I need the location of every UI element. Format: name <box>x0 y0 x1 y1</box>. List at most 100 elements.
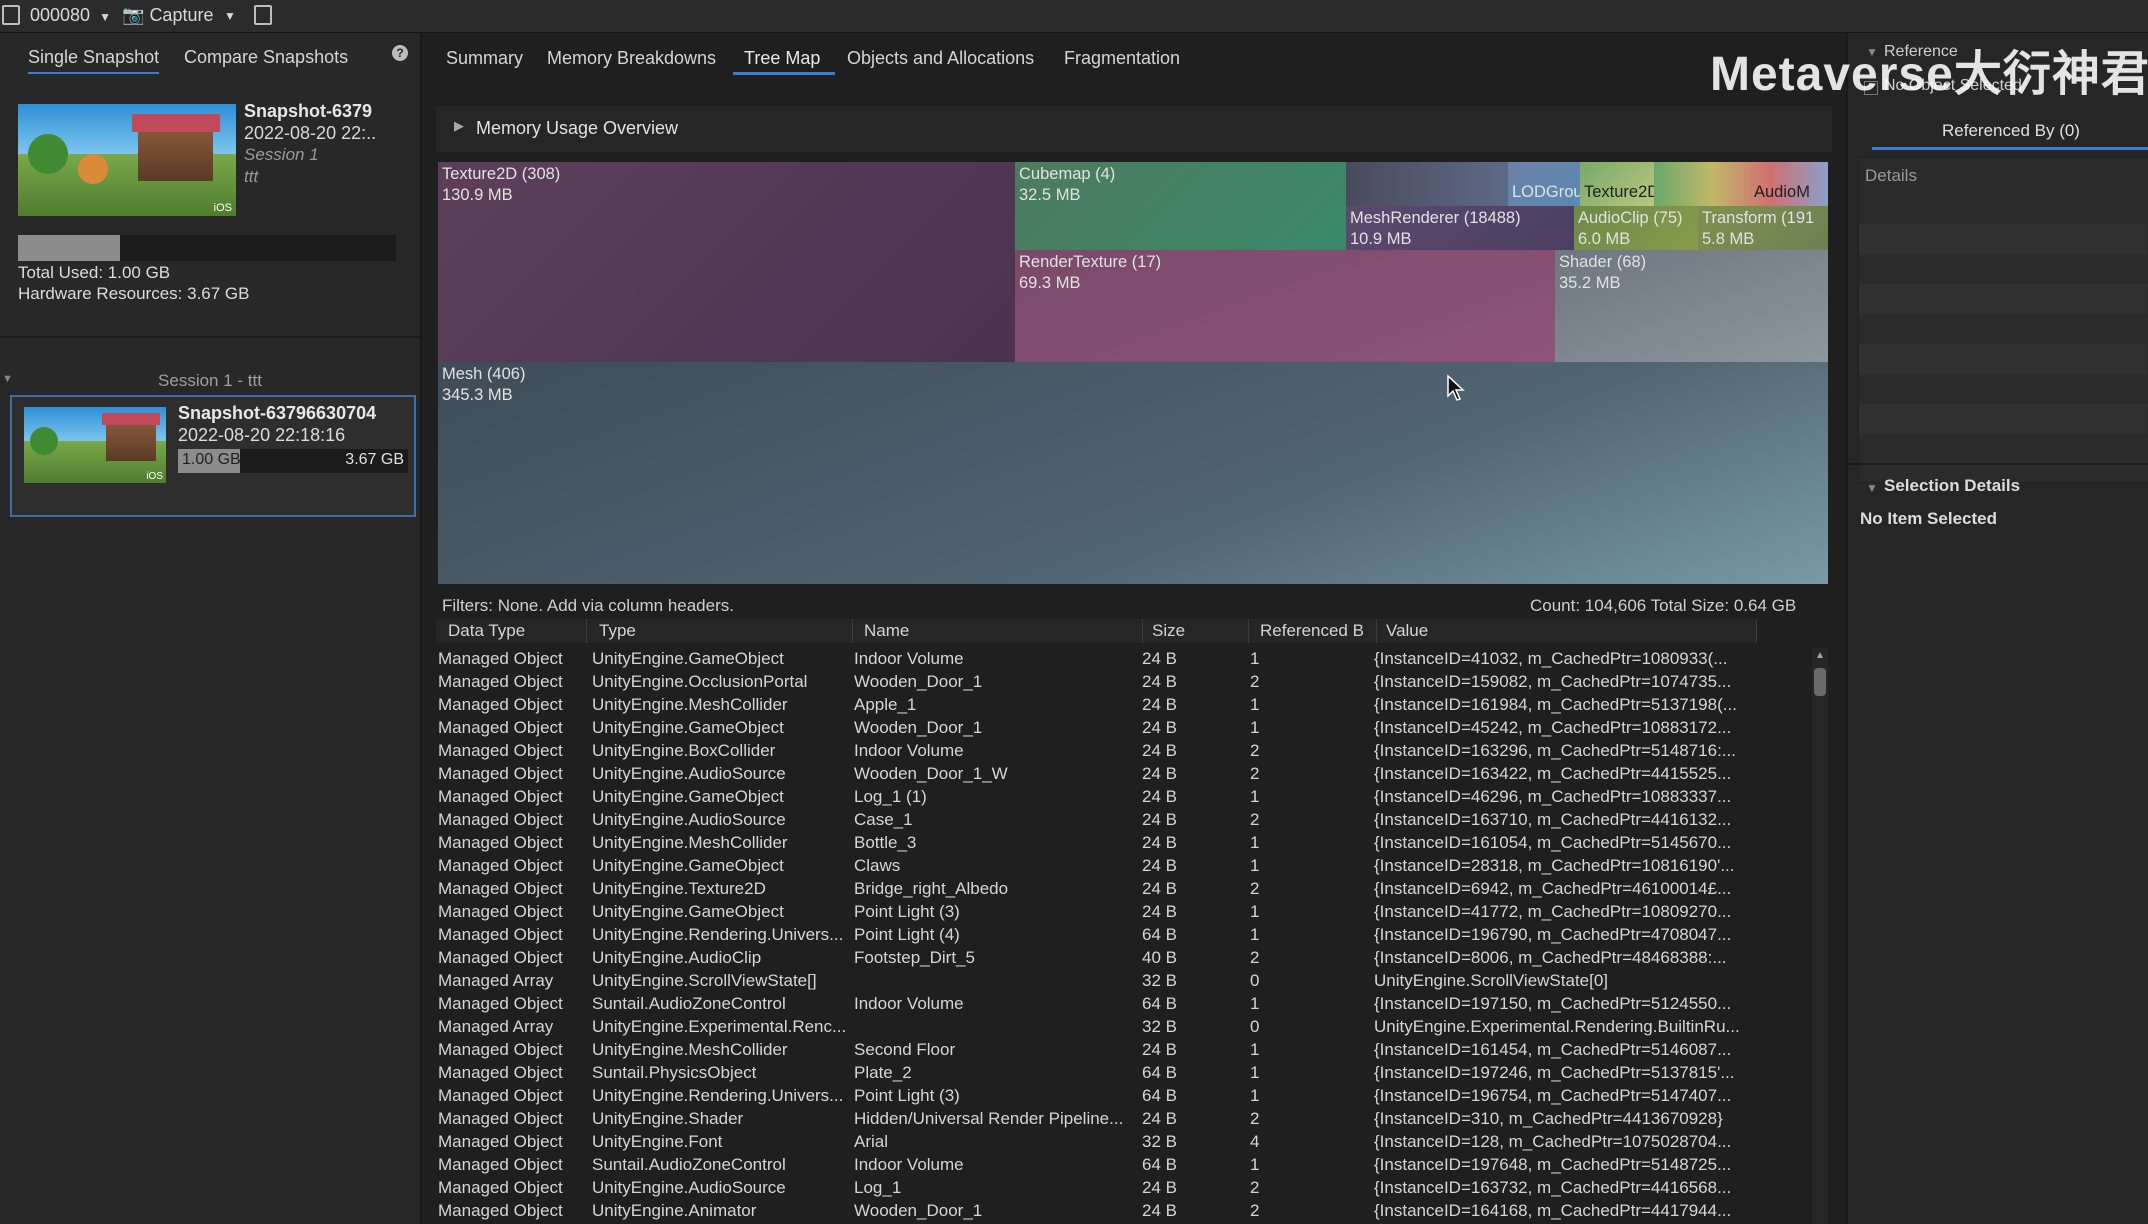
column-header-data-type[interactable]: Data Type <box>448 621 525 641</box>
tab-single-snapshot[interactable]: Single Snapshot <box>28 47 160 74</box>
treemap[interactable]: Texture2D (308) 130.9 MB Cubemap (4) 32.5 … <box>438 162 1828 584</box>
column-header-type[interactable]: Type <box>599 621 636 641</box>
table-row[interactable]: Managed Object UnityEngine.MeshCollider Se… <box>436 1038 1756 1061</box>
table-row[interactable]: Managed Object Suntail.AudioZoneControl In… <box>436 1153 1756 1176</box>
memory-usage-bar: 1.00 GB 3.67 GB <box>178 449 408 473</box>
treemap-cell-meshrenderer[interactable]: MeshRenderer (18488) 10.9 MB <box>1346 206 1574 250</box>
table-cell: UnityEngine.Rendering.Univers... <box>592 925 844 944</box>
table-row[interactable]: Managed Object Suntail.AudioZoneControl In… <box>436 992 1756 1015</box>
table-row[interactable]: Managed Object UnityEngine.Font Arial 32 B 4… <box>436 1130 1756 1153</box>
table-row[interactable]: Managed Object UnityEngine.MeshCollider Bo… <box>436 831 1756 854</box>
table-row[interactable]: Managed Object UnityEngine.GameObject Wood… <box>436 716 1756 739</box>
table-row[interactable]: Managed Object UnityEngine.Rendering.Univ… <box>436 1084 1756 1107</box>
treemap-cell-rendertexture[interactable]: RenderTexture (17) 69.3 MB <box>1015 250 1555 362</box>
tab-objects-and-allocations[interactable]: Objects and Allocations <box>847 48 1034 69</box>
player-target-dropdown[interactable]: 000080 ▼ <box>30 5 111 26</box>
table-cell: Managed Object <box>438 1132 563 1151</box>
import-icon[interactable] <box>254 5 272 25</box>
table-row[interactable]: Managed Object UnityEngine.GameObject Poin… <box>436 900 1756 923</box>
table-cell: 1 <box>1250 649 1260 668</box>
treemap-cell-mesh[interactable]: Mesh (406) 345.3 MB <box>438 362 1828 584</box>
treemap-cell-cubemap[interactable]: Cubemap (4) 32.5 MB <box>1015 162 1346 250</box>
memory-usage-overview-header[interactable]: ▶ Memory Usage Overview <box>436 106 1832 152</box>
table-cell: {InstanceID=41772, m_CachedPtr=10809270.… <box>1374 902 1732 921</box>
column-header-value[interactable]: Value <box>1386 621 1428 641</box>
table-row[interactable]: Managed Object UnityEngine.Rendering.Univ… <box>436 923 1756 946</box>
table-cell: Managed Object <box>438 741 563 760</box>
table-row[interactable]: Managed Object UnityEngine.AudioSource Woo… <box>436 762 1756 785</box>
tab-compare-snapshots[interactable]: Compare Snapshots <box>184 47 348 68</box>
treemap-cell-misc[interactable] <box>1346 162 1508 206</box>
table-cell: Case_1 <box>854 810 913 829</box>
scrollbar-thumb[interactable] <box>1814 668 1826 696</box>
capture-button[interactable]: 📷 Capture <box>122 5 213 26</box>
panel-toggle-icon[interactable] <box>2 5 20 25</box>
capture-options-chevron-icon[interactable]: ▼ <box>224 9 236 23</box>
treemap-cell-shader[interactable]: Shader (68) 35.2 MB <box>1555 250 1828 362</box>
column-header-size[interactable]: Size <box>1152 621 1185 641</box>
selection-details-collapse-icon[interactable]: ▼ <box>1866 481 1878 495</box>
details-label: Details <box>1865 166 1917 185</box>
memory-usage-bar-fill <box>18 235 121 261</box>
table-row[interactable]: Managed Object UnityEngine.MeshCollider Ap… <box>436 693 1756 716</box>
table-cell: Managed Array <box>438 1017 554 1036</box>
table-cell: Managed Object <box>438 833 563 852</box>
table-cell: 64 B <box>1142 925 1177 944</box>
treemap-cell-audiomixer[interactable]: AudioM <box>1654 162 1828 206</box>
table-cell: Managed Object <box>438 718 563 737</box>
tab-summary[interactable]: Summary <box>446 48 523 69</box>
treemap-cell-audioclip[interactable]: AudioClip (75) 6.0 MB <box>1574 206 1698 250</box>
table-cell: 2 <box>1250 879 1260 898</box>
table-row[interactable]: Managed Object UnityEngine.GameObject Indo… <box>436 647 1756 670</box>
treemap-cell-texture2darray[interactable]: Texture2DArra <box>1580 162 1654 206</box>
snapshot-panel: Single Snapshot Compare Snapshots ? iOS … <box>0 33 422 1224</box>
table-cell: {InstanceID=163732, m_CachedPtr=4416568.… <box>1374 1178 1732 1197</box>
table-cell: 24 B <box>1142 1178 1177 1197</box>
scroll-up-icon[interactable]: ▲ <box>1815 650 1825 661</box>
active-tab-indicator <box>733 72 835 75</box>
treemap-cell-transform[interactable]: Transform (191 5.8 MB <box>1698 206 1828 250</box>
table-row[interactable]: Managed Object UnityEngine.OcclusionPorta… <box>436 670 1756 693</box>
table-row[interactable]: Managed Object UnityEngine.Texture2D Bridg… <box>436 877 1756 900</box>
table-cell: UnityEngine.GameObject <box>592 787 784 806</box>
tab-fragmentation[interactable]: Fragmentation <box>1064 48 1180 69</box>
table-cell: Wooden_Door_1 <box>854 1201 983 1220</box>
table-cell: Plate_2 <box>854 1063 912 1082</box>
table-row[interactable]: Managed Object UnityEngine.GameObject Log_… <box>436 785 1756 808</box>
snapshot-thumbnail[interactable]: iOS <box>18 104 236 216</box>
table-cell: UnityEngine.GameObject <box>592 649 784 668</box>
table-cell: 32 B <box>1142 1132 1177 1151</box>
table-cell: Managed Object <box>438 649 563 668</box>
player-target-value: 000080 <box>30 5 91 25</box>
column-header-name[interactable]: Name <box>864 621 909 641</box>
table-row[interactable]: Managed Object UnityEngine.Animator Wooden… <box>436 1199 1756 1222</box>
table-row[interactable]: Managed Object UnityEngine.AudioSource Log… <box>436 1176 1756 1199</box>
references-list[interactable]: Details <box>1858 157 2148 483</box>
table-row[interactable]: Managed Object UnityEngine.AudioClip Foots… <box>436 946 1756 969</box>
table-row[interactable]: Managed Object Suntail.PhysicsObject Plate… <box>436 1061 1756 1084</box>
table-row[interactable]: Managed Object UnityEngine.BoxCollider Ind… <box>436 739 1756 762</box>
table-row[interactable]: Managed Array UnityEngine.Experimental.Re… <box>436 1015 1756 1038</box>
treemap-cell-lodgroup[interactable]: LODGroup (1526 <box>1508 162 1580 206</box>
table-cell: Point Light (3) <box>854 1086 960 1105</box>
tab-memory-breakdowns[interactable]: Memory Breakdowns <box>547 48 716 69</box>
table-row[interactable]: Managed Object UnityEngine.Shader Hidden/U… <box>436 1107 1756 1130</box>
table-row[interactable]: Managed Object UnityEngine.GameObject Claw… <box>436 854 1756 877</box>
tab-referenced-by[interactable]: Referenced By (0) <box>1872 115 2148 150</box>
table-cell: {InstanceID=163422, m_CachedPtr=4415525.… <box>1374 764 1732 783</box>
table-cell: 0 <box>1250 971 1260 990</box>
table-cell: {InstanceID=128, m_CachedPtr=1075028704.… <box>1374 1132 1732 1151</box>
table-row[interactable]: Managed Object UnityEngine.AudioSource Cas… <box>436 808 1756 831</box>
table-cell: UnityEngine.Rendering.Univers... <box>592 1086 844 1105</box>
snapshot-list-item[interactable]: iOS Snapshot-63796630704 2022-08-20 22:1… <box>10 395 416 517</box>
treemap-cell-texture2d[interactable]: Texture2D (308) 130.9 MB <box>438 162 1015 362</box>
tab-tree-map[interactable]: Tree Map <box>744 48 820 69</box>
memory-usage-overview-label: Memory Usage Overview <box>476 118 679 138</box>
column-header-referenced-by[interactable]: Referenced B <box>1260 621 1364 641</box>
table-row[interactable]: Managed Array UnityEngine.ScrollViewState… <box>436 969 1756 992</box>
table-cell: Managed Object <box>438 1109 563 1128</box>
vertical-scrollbar[interactable]: ▲ <box>1812 648 1828 1224</box>
table-cell: 1 <box>1250 1155 1260 1174</box>
snapshot-session: Session 1 <box>244 145 319 164</box>
help-icon[interactable]: ? <box>392 45 408 61</box>
